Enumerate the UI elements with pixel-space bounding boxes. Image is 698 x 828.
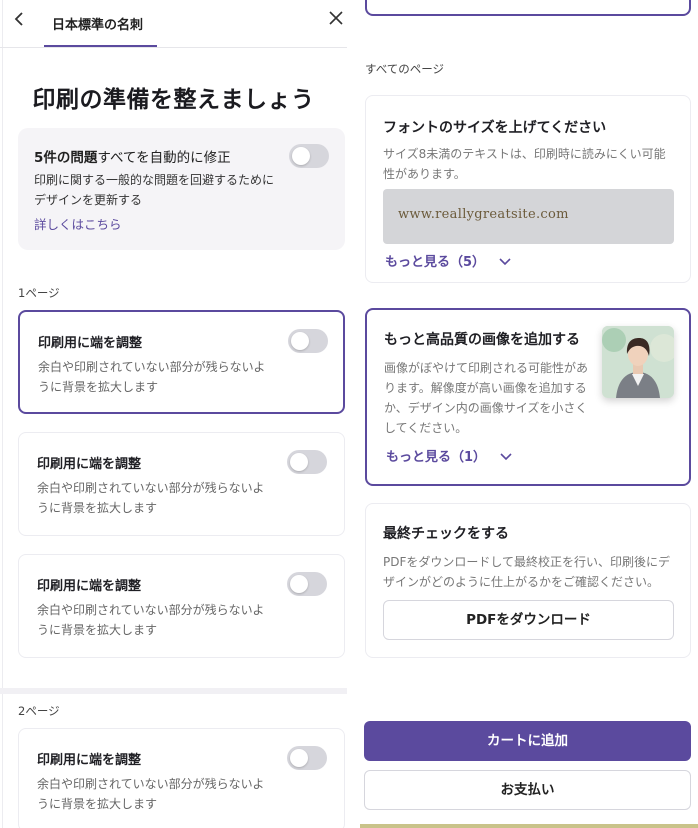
issue-description: 余白や印刷されていない部分が残らないように背景を拡大します <box>37 777 265 811</box>
issue-toggle[interactable] <box>288 329 328 353</box>
autofix-count: 5件の問題 <box>34 150 98 166</box>
all-pages-label: すべてのページ <box>365 62 445 76</box>
more-button[interactable]: もっと見る（1） <box>386 446 512 465</box>
section-divider <box>0 688 347 694</box>
issue-card[interactable]: 印刷用に端を調整 余白や印刷されていない部分が残らないように背景を拡大します <box>18 728 345 828</box>
issue-toggle[interactable] <box>287 450 327 474</box>
image-card-title: もっと高品質の画像を追加する <box>384 332 580 348</box>
toggle-knob <box>292 147 310 165</box>
more-button[interactable]: もっと見る（5） <box>385 251 511 270</box>
page-2-label: 2ページ <box>18 704 60 718</box>
chevron-down-icon <box>499 255 511 269</box>
issue-description: 余白や印刷されていない部分が残らないように背景を拡大します <box>37 603 265 637</box>
font-card-description: サイズ8未満のテキストは、印刷時に読みにくい可能性があります。 <box>383 147 666 181</box>
autofix-description: 印刷に関する一般的な問題を回避するためにデザインを更新する <box>34 173 275 207</box>
previous-card-edge <box>365 0 691 16</box>
issue-toggle[interactable] <box>287 572 327 596</box>
font-card-title: フォントのサイズを上げてください <box>383 120 607 136</box>
close-icon[interactable] <box>328 9 344 29</box>
page-heading: 印刷の準備を整えましょう <box>32 87 315 113</box>
download-pdf-button[interactable]: PDFをダウンロード <box>383 600 674 640</box>
final-check-card: 最終チェックをする PDFをダウンロードして最終校正を行い、印刷後にデザインがど… <box>365 503 691 658</box>
portrait-thumbnail[interactable] <box>602 326 674 398</box>
sample-text: www.reallygreatsite.com <box>398 207 569 222</box>
image-quality-card[interactable]: もっと高品質の画像を追加する 画像がぼやけて印刷される可能性があります。解像度が… <box>365 308 691 486</box>
bottom-accent-bar <box>360 824 698 828</box>
checks-panel: すべてのページ フォントのサイズを上げてください サイズ8未満のテキストは、印刷… <box>347 0 698 828</box>
more-label: もっと見る（5） <box>385 255 486 270</box>
panel-divider <box>2 0 3 828</box>
issue-description: 余白や印刷されていない部分が残らないように背景を拡大します <box>38 360 266 394</box>
issue-toggle[interactable] <box>287 746 327 770</box>
autofix-card: 5件の問題すべてを自動的に修正 印刷に関する一般的な問題を回避するためにデザイン… <box>18 128 345 250</box>
page-1-label: 1ページ <box>18 286 60 300</box>
issue-card[interactable]: 印刷用に端を調整 余白や印刷されていない部分が残らないように背景を拡大します <box>18 310 345 414</box>
toggle-knob <box>291 332 309 350</box>
print-panel: 日本標準の名刺 印刷の準備を整えましょう 5件の問題すべてを自動的に修正 印刷に… <box>0 0 347 828</box>
issue-title: 印刷用に端を調整 <box>38 336 143 351</box>
final-card-description: PDFをダウンロードして最終校正を行い、印刷後にデザインがどのように仕上がるかを… <box>383 555 671 589</box>
final-card-title: 最終チェックをする <box>383 526 509 542</box>
issue-description: 余白や印刷されていない部分が残らないように背景を拡大します <box>37 481 265 515</box>
font-size-card[interactable]: フォントのサイズを上げてください サイズ8未満のテキストは、印刷時に読みにくい可… <box>365 95 691 283</box>
active-tab-indicator <box>44 45 157 47</box>
toggle-knob <box>290 575 308 593</box>
issue-title: 印刷用に端を調整 <box>37 457 142 472</box>
issue-card[interactable]: 印刷用に端を調整 余白や印刷されていない部分が残らないように背景を拡大します <box>18 432 345 536</box>
document-title[interactable]: 日本標準の名刺 <box>52 14 143 33</box>
image-card-description: 画像がぼやけて印刷される可能性があります。解像度が高い画像を追加するか、デザイン… <box>384 361 589 435</box>
autofix-title: 5件の問題すべてを自動的に修正 <box>34 146 231 166</box>
learn-more-link[interactable]: 詳しくはこちら <box>34 214 122 233</box>
toggle-knob <box>290 453 308 471</box>
panel-header: 日本標準の名刺 <box>0 0 347 48</box>
issue-title: 印刷用に端を調整 <box>37 753 142 768</box>
issue-title: 印刷用に端を調整 <box>37 579 142 594</box>
autofix-title-text: すべてを自動的に修正 <box>97 150 231 166</box>
pay-button[interactable]: お支払い <box>364 770 691 810</box>
chevron-left-icon[interactable] <box>14 11 24 31</box>
more-label: もっと見る（1） <box>386 450 487 465</box>
autofix-toggle[interactable] <box>289 144 329 168</box>
add-to-cart-button[interactable]: カートに追加 <box>364 721 691 761</box>
issue-card[interactable]: 印刷用に端を調整 余白や印刷されていない部分が残らないように背景を拡大します <box>18 554 345 658</box>
sample-text-preview: www.reallygreatsite.com <box>383 189 674 244</box>
toggle-knob <box>290 749 308 767</box>
chevron-down-icon <box>500 450 512 464</box>
